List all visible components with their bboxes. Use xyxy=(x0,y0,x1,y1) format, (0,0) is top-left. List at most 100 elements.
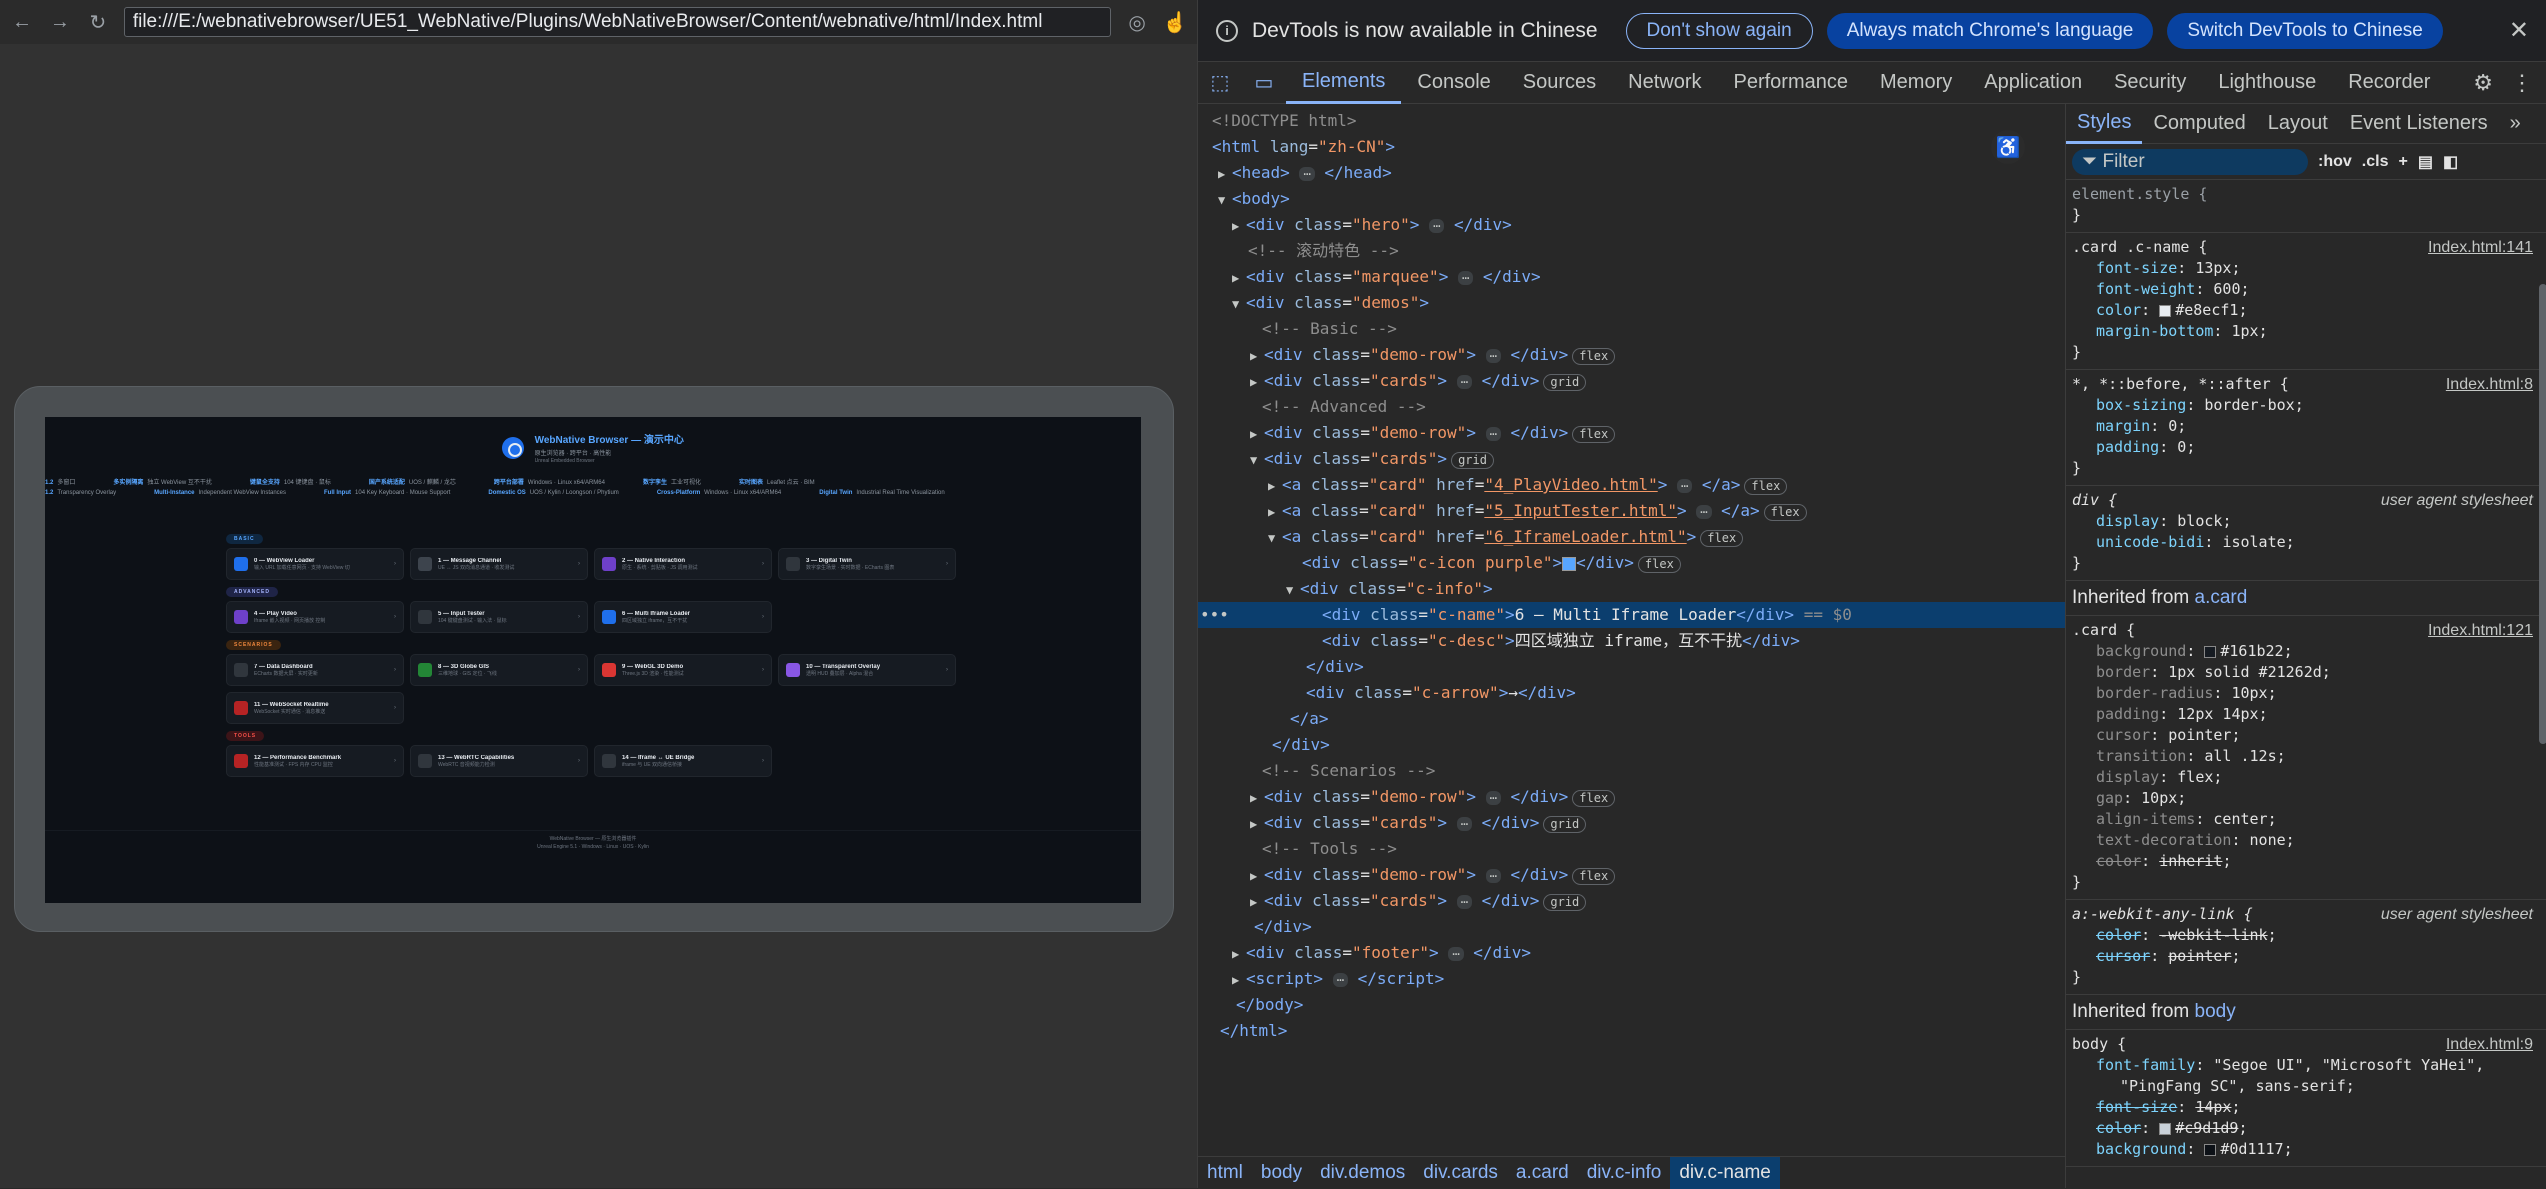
dom-comment[interactable]: <!-- Tools --> xyxy=(1198,836,2065,862)
styles-tab-styles[interactable]: Styles xyxy=(2066,104,2143,144)
camera-icon[interactable]: ◎ xyxy=(1125,10,1149,34)
color-swatch[interactable] xyxy=(2159,304,2172,317)
demo-card[interactable]: 6 — Multi Iframe Loader 四区域独立 iframe，互不干扰… xyxy=(594,601,772,633)
demo-card[interactable]: 0 — WebView Loader 输入 URL 加载任意网页 · 支持 Web… xyxy=(226,548,404,580)
demo-card[interactable]: 7 — Data Dashboard ECharts 数据大屏 · 实时更新 › xyxy=(226,654,404,686)
style-property[interactable]: cursor: pointer; xyxy=(2072,946,2541,967)
tab-performance[interactable]: Performance xyxy=(1718,62,1865,104)
tab-application[interactable]: Application xyxy=(1968,62,2098,104)
accessibility-icon[interactable]: ♿ xyxy=(1991,130,2025,164)
style-property[interactable]: text-decoration: none; xyxy=(2072,830,2541,851)
style-property[interactable]: transition: all .12s; xyxy=(2072,746,2541,767)
dont-show-again-button[interactable]: Don't show again xyxy=(1625,12,1813,49)
style-property[interactable]: padding: 0; xyxy=(2072,437,2541,458)
dom-node[interactable]: ▼ <div class="cards"> grid xyxy=(1198,446,2065,472)
demo-card[interactable]: 13 — WebRTC Capabilities WebRTC 音视频能力检测 › xyxy=(410,745,588,777)
dom-node[interactable]: ▶ <div class="footer"> ⋯ </div> xyxy=(1198,940,2065,966)
breadcrumb-item[interactable]: div.c-info xyxy=(1578,1157,1671,1189)
dom-node[interactable]: ▶ <div class="cards"> ⋯ </div> grid xyxy=(1198,888,2065,914)
style-property[interactable]: color: -webkit-link; xyxy=(2072,925,2541,946)
style-property[interactable]: color: #c9d1d9; xyxy=(2072,1118,2541,1139)
styles-tab-event-listeners[interactable]: Event Listeners xyxy=(2339,104,2499,144)
dom-node[interactable]: ▶ <div class="demo-row"> ⋯ </div> flex xyxy=(1198,342,2065,368)
color-swatch[interactable] xyxy=(2204,645,2217,658)
style-property[interactable]: margin: 0; xyxy=(2072,416,2541,437)
dom-comment[interactable]: <!-- Advanced --> xyxy=(1198,394,2065,420)
style-property[interactable]: color: #e8ecf1; xyxy=(2072,300,2541,321)
demo-card[interactable]: 11 — WebSocket Realtime WebSocket 实时通信 · … xyxy=(226,692,404,724)
more-tabs-icon[interactable]: » xyxy=(2499,104,2532,144)
reload-icon[interactable]: ↻ xyxy=(86,10,110,34)
match-language-button[interactable]: Always match Chrome's language xyxy=(1826,12,2154,49)
dom-node-selected[interactable]: ••• <div class="c-name">6 — Multi Iframe … xyxy=(1198,602,2065,628)
demo-card[interactable]: 3 — Digital Twin 数字孪生场景 · 实时数据 · ECharts … xyxy=(778,548,956,580)
breadcrumb-item[interactable]: div.c-name xyxy=(1670,1156,1780,1189)
tab-lighthouse[interactable]: Lighthouse xyxy=(2202,62,2332,104)
dom-comment[interactable]: <!-- Scenarios --> xyxy=(1198,758,2065,784)
paint-icon[interactable]: ▤ xyxy=(2418,152,2433,172)
sidebar-toggle-icon[interactable]: ◧ xyxy=(2443,152,2458,172)
style-property[interactable]: border-radius: 10px; xyxy=(2072,683,2541,704)
touch-icon[interactable]: ☝ xyxy=(1163,10,1188,34)
style-property[interactable]: display: block; xyxy=(2072,511,2541,532)
tab-recorder[interactable]: Recorder xyxy=(2332,62,2446,104)
switch-language-button[interactable]: Switch DevTools to Chinese xyxy=(2167,12,2443,49)
demo-card[interactable]: 2 — Native Interaction 原生 · 系统 · 剪贴板 · JS… xyxy=(594,548,772,580)
add-rule-icon[interactable]: + xyxy=(2398,153,2407,171)
dom-node[interactable]: </div> xyxy=(1198,732,2065,758)
demo-card[interactable]: 14 — Iframe ↔ UE Bridge iframe 与 UE 双向通信桥… xyxy=(594,745,772,777)
hov-toggle[interactable]: :hov xyxy=(2318,153,2352,171)
url-input[interactable]: file:///E:/webnativebrowser/UE51_WebNati… xyxy=(123,7,1112,37)
breadcrumb-item[interactable]: a.card xyxy=(1507,1157,1578,1189)
dom-node[interactable]: </div> xyxy=(1198,914,2065,940)
tab-sources[interactable]: Sources xyxy=(1507,62,1612,104)
inherited-target[interactable]: a.card xyxy=(2195,587,2248,608)
style-property[interactable]: align-items: center; xyxy=(2072,809,2541,830)
dom-node[interactable]: ▶ <div class="demo-row"> ⋯ </div> flex xyxy=(1198,420,2065,446)
dom-node[interactable]: ▶ <head> ⋯ </head> xyxy=(1198,160,2065,186)
color-swatch[interactable] xyxy=(2159,1122,2172,1135)
styles-tab-layout[interactable]: Layout xyxy=(2257,104,2339,144)
style-property[interactable]: unicode-bidi: isolate; xyxy=(2072,532,2541,553)
close-icon[interactable]: ✕ xyxy=(2509,16,2529,45)
dom-node[interactable]: ▼ <div class="c-info"> xyxy=(1198,576,2065,602)
dom-node[interactable]: ▶ <div class="cards"> ⋯ </div> grid xyxy=(1198,810,2065,836)
dom-node[interactable]: </div> xyxy=(1198,654,2065,680)
dom-node[interactable]: ▼ <a class="card" href="6_IframeLoader.ht… xyxy=(1198,524,2065,550)
tab-elements[interactable]: Elements xyxy=(1286,62,1402,104)
dom-comment[interactable]: <!-- 滚动特色 --> xyxy=(1198,238,2065,264)
style-property[interactable]: font-weight: 600; xyxy=(2072,279,2541,300)
dom-node[interactable]: ▶ <div class="marquee"> ⋯ </div> xyxy=(1198,264,2065,290)
dom-node[interactable]: <div class="c-icon purple"> </div> flex xyxy=(1198,550,2065,576)
breadcrumb-item[interactable]: html xyxy=(1198,1157,1252,1189)
style-property[interactable]: padding: 12px 14px; xyxy=(2072,704,2541,725)
style-property[interactable]: font-size: 14px; xyxy=(2072,1097,2541,1118)
demo-card[interactable]: 8 — 3D Globe GIS 三维地球 · GIS 定位 · 飞线 › xyxy=(410,654,588,686)
dom-node[interactable]: ▶ <div class="hero"> ⋯ </div> xyxy=(1198,212,2065,238)
rule-source[interactable]: Index.html:141 xyxy=(2428,237,2533,258)
dom-node[interactable]: ▶ <div class="cards"> ⋯ </div> grid xyxy=(1198,368,2065,394)
back-icon[interactable]: ← xyxy=(10,10,34,34)
device-toggle-icon[interactable]: ▭ xyxy=(1242,62,1286,104)
dom-node[interactable]: </body> xyxy=(1198,992,2065,1018)
forward-icon[interactable]: → xyxy=(48,10,72,34)
style-property[interactable]: font-family: "Segoe UI", "Microsoft YaHe… xyxy=(2072,1055,2541,1076)
dom-node[interactable]: </a> xyxy=(1198,706,2065,732)
filter-input[interactable]: ⏷ Filter xyxy=(2072,148,2308,175)
style-property[interactable]: cursor: pointer; xyxy=(2072,725,2541,746)
breadcrumb-item[interactable]: div.demos xyxy=(1311,1157,1414,1189)
dom-node[interactable]: <div class="c-desc">四区域独立 iframe，互不干扰</d… xyxy=(1198,628,2065,654)
scrollbar[interactable] xyxy=(2539,284,2546,744)
tab-network[interactable]: Network xyxy=(1612,62,1717,104)
breadcrumb-item[interactable]: body xyxy=(1252,1157,1311,1189)
inspect-icon[interactable]: ⬚ xyxy=(1198,62,1242,104)
rule-source[interactable]: Index.html:9 xyxy=(2446,1034,2533,1055)
style-property[interactable]: margin-bottom: 1px; xyxy=(2072,321,2541,342)
styles-tab-computed[interactable]: Computed xyxy=(2142,104,2256,144)
rule-source[interactable]: Index.html:8 xyxy=(2446,374,2533,395)
dom-node[interactable]: ▶ <script> ⋯ </script> xyxy=(1198,966,2065,992)
dom-comment[interactable]: <!-- Basic --> xyxy=(1198,316,2065,342)
style-property[interactable]: display: flex; xyxy=(2072,767,2541,788)
tab-memory[interactable]: Memory xyxy=(1864,62,1968,104)
dom-node[interactable]: <html lang="zh-CN"> xyxy=(1198,134,2065,160)
